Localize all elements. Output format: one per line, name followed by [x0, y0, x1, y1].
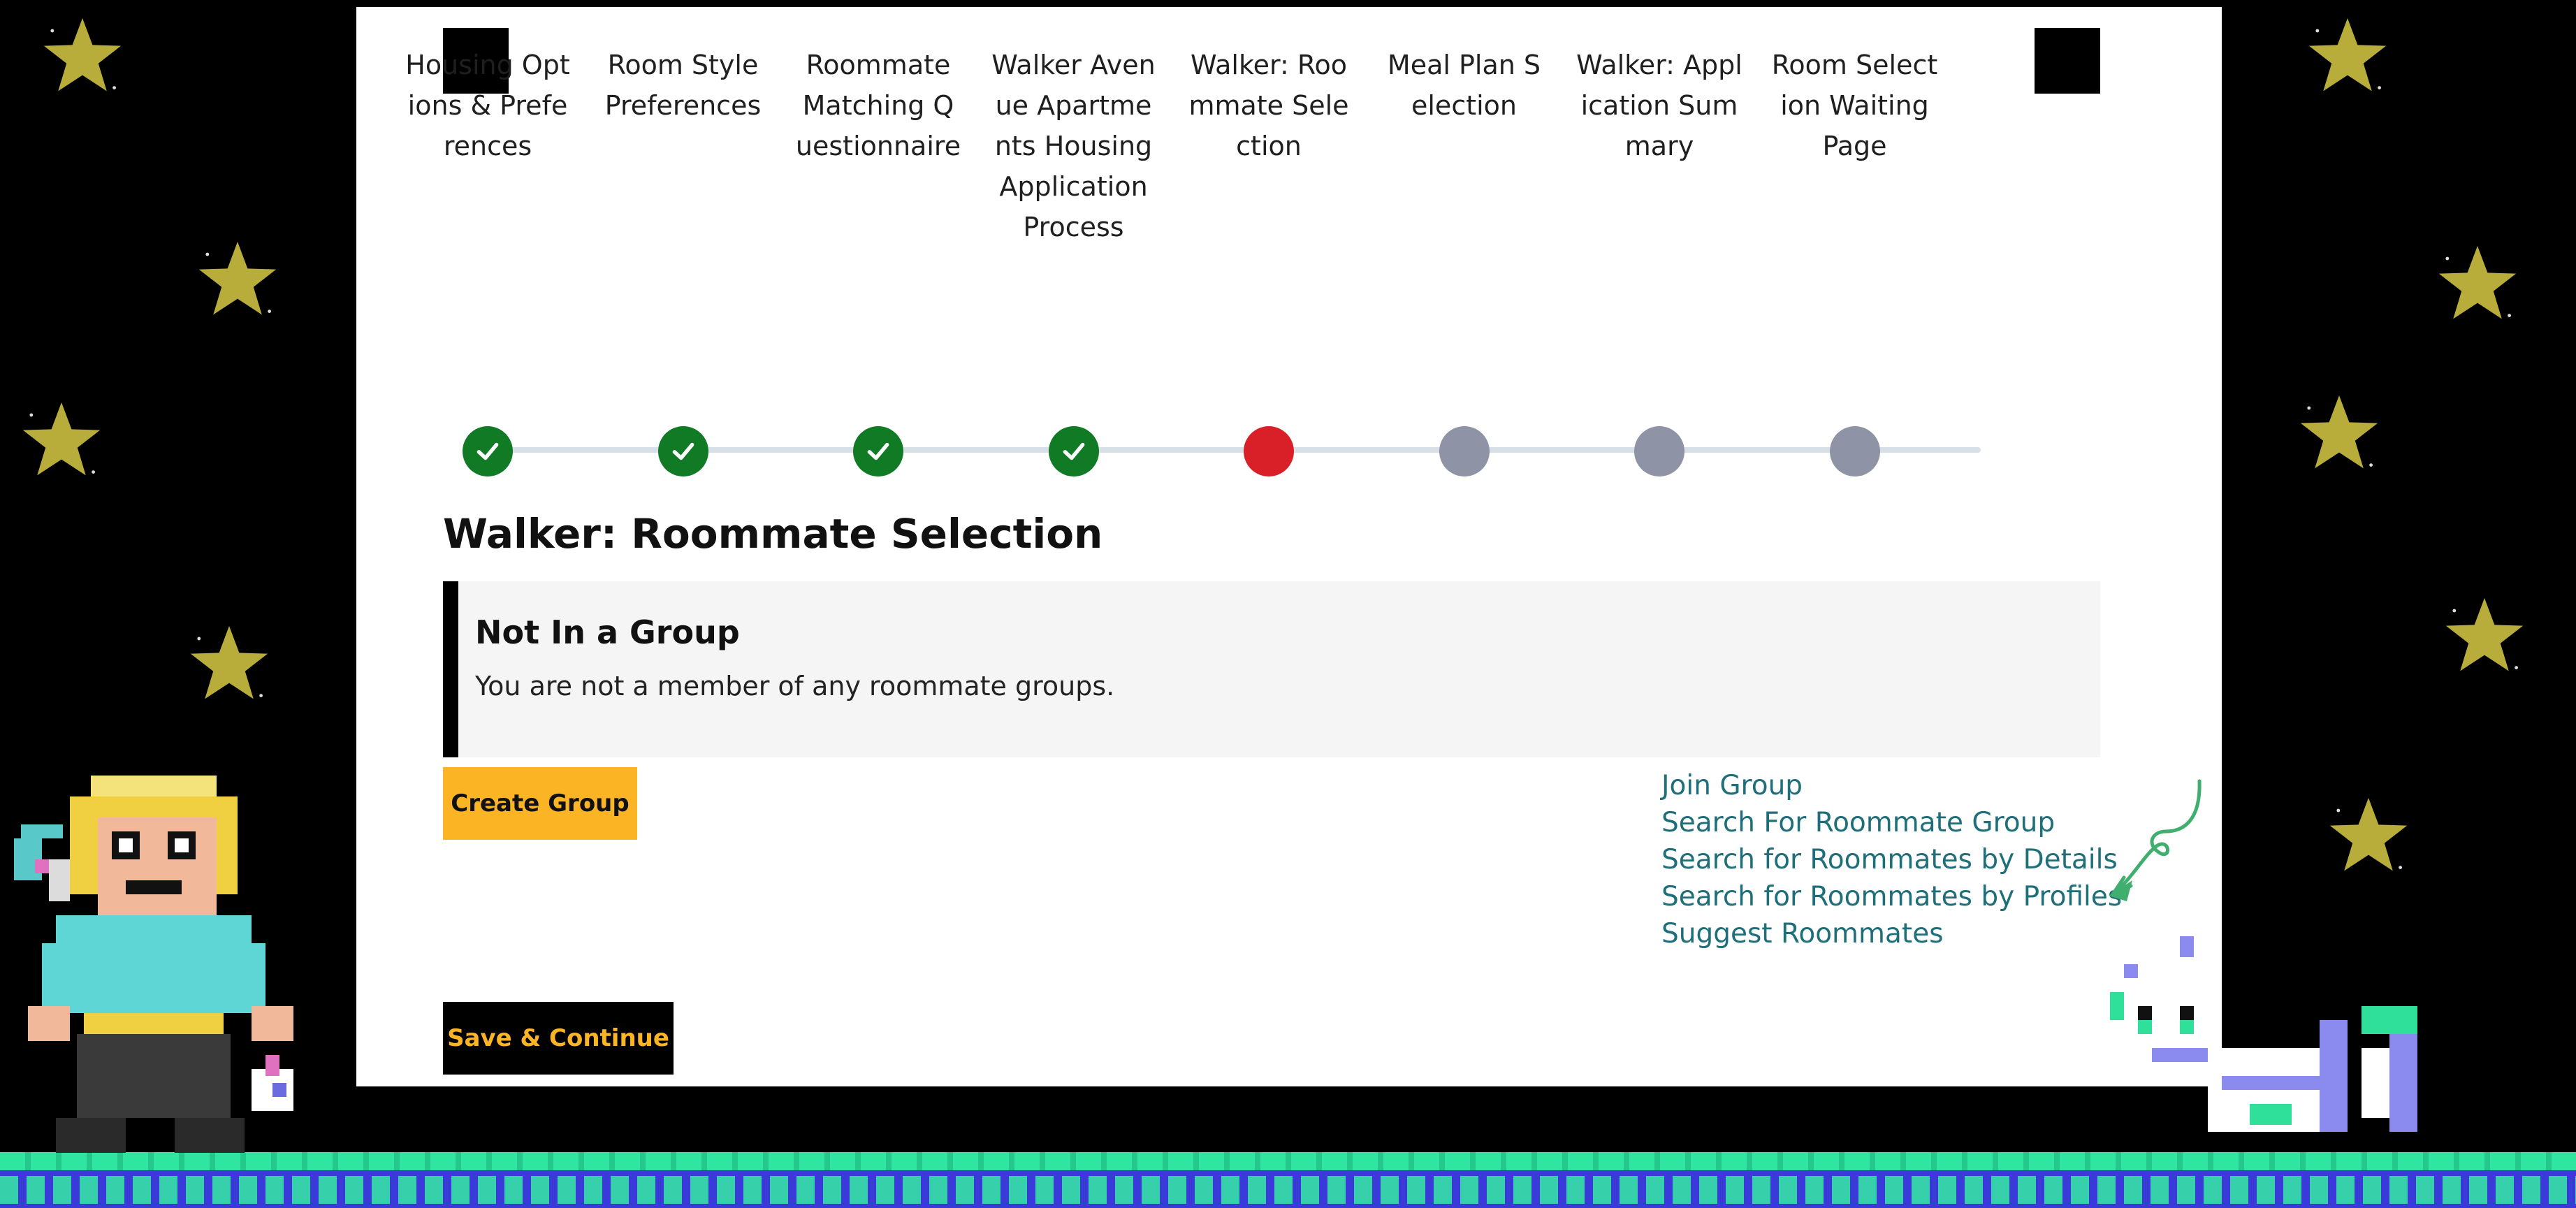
roommate-links: Join Group Search For Roommate Group Sea… — [1661, 767, 2122, 952]
step-done-indicator — [463, 426, 513, 476]
star-icon — [196, 238, 279, 321]
curly-arrow-icon — [2109, 779, 2202, 901]
check-icon — [1063, 442, 1084, 460]
pixel-cat-sprite — [2110, 936, 2417, 1132]
page-title: Walker: Roommate Selection — [443, 510, 1103, 558]
star-icon — [2436, 242, 2519, 326]
search-roommate-group-link[interactable]: Search For Roommate Group — [1661, 804, 2109, 841]
step-label: Room Selection Waiting Page — [1771, 50, 1938, 161]
step-label: Walker: Application Summary — [1576, 50, 1742, 161]
alert-body: You are not a member of any roommate gro… — [475, 671, 1115, 701]
step-label: Roommate Matching Questionnaire — [795, 50, 961, 161]
check-icon — [476, 442, 499, 460]
star-icon — [187, 622, 271, 706]
join-group-link[interactable]: Join Group — [1661, 767, 2109, 804]
check-icon — [672, 442, 694, 460]
create-group-button[interactable]: Create Group — [443, 767, 637, 840]
step-todo-indicator — [1439, 426, 1490, 476]
save-continue-button[interactable]: Save & Continue — [443, 1002, 674, 1075]
star-icon — [2443, 594, 2526, 678]
step-done-indicator — [657, 426, 708, 476]
step-done-indicator — [853, 426, 903, 476]
suggest-roommates-link[interactable]: Suggest Roommates — [1661, 915, 2109, 952]
pixel-hero-sprite — [14, 776, 293, 1153]
star-icon — [2327, 794, 2410, 878]
step-label: Walker: Roommate Selection — [1188, 50, 1349, 161]
step-label: Housing Options & Preferences — [405, 50, 570, 161]
main-card: Housing Options & Preferences Room Style … — [356, 7, 2222, 1086]
nav-next-icon[interactable] — [2035, 28, 2100, 94]
step-todo-indicator — [1634, 426, 1684, 476]
step-label: Walker Avenue Apartments Housing Applica… — [991, 50, 1156, 242]
star-icon — [2306, 14, 2389, 98]
star-icon — [2297, 391, 2381, 475]
step-label: Meal Plan Selection — [1387, 50, 1541, 121]
star-icon — [41, 14, 124, 98]
group-status-alert: Not In a Group You are not a member of a… — [443, 581, 2100, 757]
search-roommates-details-link[interactable]: Search for Roommates by Details — [1661, 841, 2118, 878]
step-done-indicator — [1048, 426, 1099, 476]
step-label: Room Style Preferences — [604, 50, 762, 121]
step-current-indicator — [1244, 426, 1294, 476]
check-icon — [867, 442, 889, 460]
step-todo-indicator — [1829, 426, 1880, 476]
search-roommates-profiles-link[interactable]: Search for Roommates by Profiles — [1661, 878, 2122, 915]
alert-title: Not In a Group — [475, 613, 740, 651]
star-icon — [20, 398, 103, 482]
